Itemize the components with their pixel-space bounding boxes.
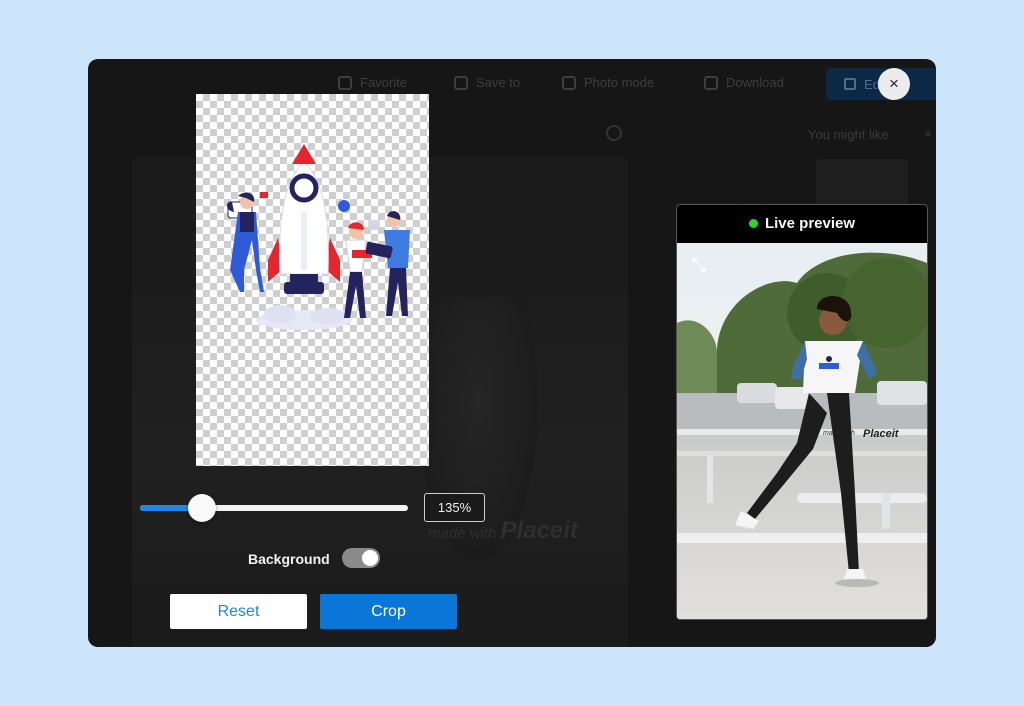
image-icon [562,75,576,90]
download-icon [704,75,718,90]
editor-modal: Favorite Save to Photo mode Download Edi… [88,59,936,647]
close-icon: × [889,74,899,93]
expand-icon[interactable] [691,257,707,273]
zoom-slider[interactable] [140,494,408,522]
live-preview-panel: Live preview made Placeit [676,204,928,620]
zoom-value-input[interactable]: 135% [424,493,485,522]
heart-icon [338,75,352,90]
crop-button[interactable]: Crop [320,594,457,629]
grid-icon [844,78,856,90]
background-save: Save to [454,75,520,90]
live-preview-title: Live preview [764,215,856,232]
close-button[interactable]: × [878,68,910,100]
background-toggle-knob [362,550,378,566]
background-toggle-label: Background [248,551,330,567]
background-sidebar-title: You might like [808,127,889,142]
mockup-preview-photo: made with Placeit [677,243,927,619]
preview-shirt-text-brand: Placeit [863,428,900,440]
folder-icon [454,75,468,90]
background-favorite: Favorite [338,75,407,90]
background-toggle[interactable] [342,548,380,568]
reset-button[interactable]: Reset [170,594,307,629]
zoom-slider-handle[interactable] [187,494,216,522]
background-sidebar-close: × [924,126,932,141]
crop-canvas[interactable] [196,94,429,466]
rocket-artwork [227,144,410,330]
background-download: Download [704,75,784,90]
live-dot-icon [748,219,758,228]
background-photo-mode: Photo mode [562,75,654,90]
search-icon [606,125,622,141]
live-preview-header: Live preview [677,205,927,242]
